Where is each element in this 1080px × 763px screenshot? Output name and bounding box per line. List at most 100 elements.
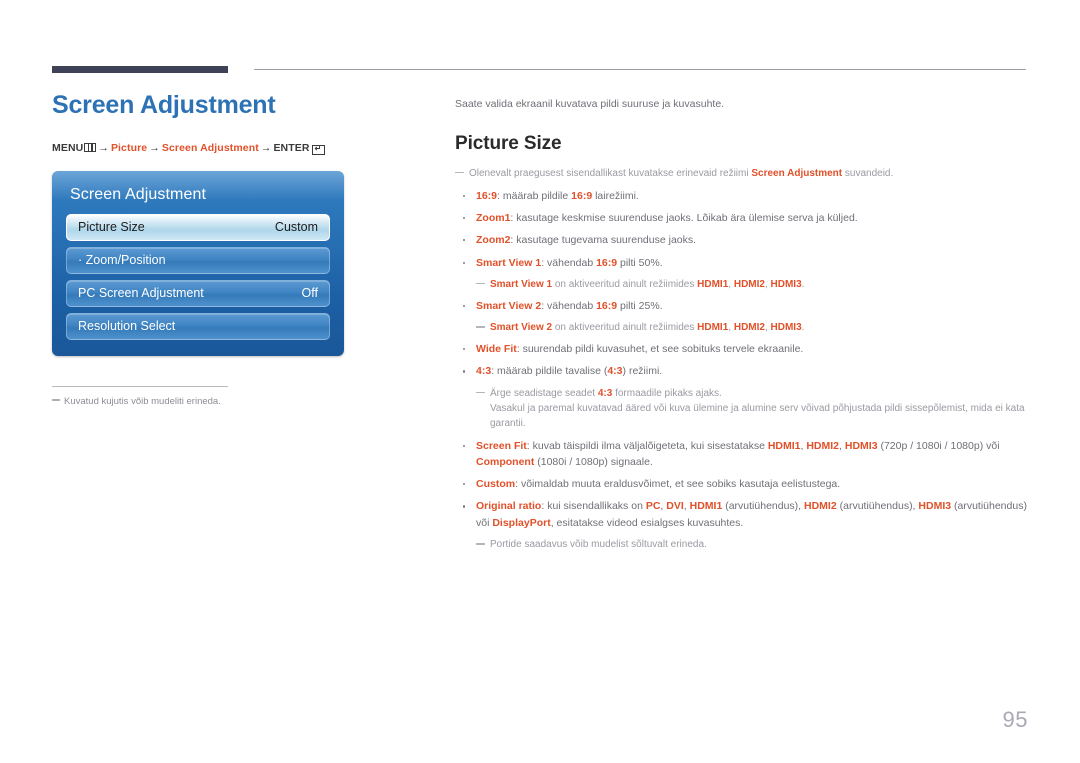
- note-dash-icon: [455, 171, 464, 174]
- desc-highlight: 16:9: [571, 189, 593, 202]
- pc: PC: [645, 500, 661, 513]
- desc-highlight: 16:9: [596, 299, 618, 312]
- term: Smart View 2: [476, 299, 542, 312]
- desc-before: vähendab: [547, 299, 597, 312]
- breadcrumb: MENU → Picture → Screen Adjustment → ENTER ↵: [52, 142, 412, 155]
- note-dash-icon: [476, 542, 485, 545]
- term: Screen Fit: [476, 439, 527, 452]
- breadcrumb-step-screen-adjustment[interactable]: Screen Adjustment: [162, 142, 259, 154]
- top-note: Olenevalt praegusest sisendallikast kuva…: [455, 166, 1027, 181]
- note-hdmi1: HDMI1: [697, 278, 729, 290]
- note-dash-icon: [52, 399, 60, 401]
- section-title-picture-size: Picture Size: [455, 132, 562, 154]
- osd-row-label: · Zoom/Position: [78, 253, 166, 267]
- intro-paragraph: Saate valida ekraanil kuvatava pildi suu…: [455, 98, 725, 110]
- header-rule-line: [254, 69, 1026, 70]
- term: Smart View 1: [476, 256, 542, 269]
- breadcrumb-arrow-3: →: [260, 141, 272, 154]
- p5: , esitatakse videod esialgses kuvasuhtes…: [550, 516, 744, 529]
- left-note-divider: [52, 385, 228, 387]
- note-highlight: 4:3: [597, 387, 613, 399]
- top-note-before: Olenevalt praegusest sisendallikast kuva…: [469, 167, 752, 179]
- hdmi1: HDMI1: [689, 500, 723, 513]
- enter-return-icon: ↵: [311, 143, 325, 155]
- note-smart-view-2: Smart View 2 on aktiveeritud ainult reži…: [455, 320, 1027, 335]
- desc-highlight: 16:9: [596, 256, 618, 269]
- list-item-smart-view-1: Smart View 1: vähendab 16:9 pilti 50%.: [455, 255, 1027, 271]
- list-item-screen-fit: Screen Fit: kuvab täispildi ilma väljalõ…: [455, 438, 1027, 471]
- note-dash-icon: [476, 326, 485, 328]
- osd-menu-panel: Screen Adjustment Picture Size Custom · …: [52, 170, 344, 356]
- note-hdmi2: HDMI2: [733, 322, 765, 334]
- term: Zoom1: [476, 212, 511, 225]
- note-before: Ärge seadistage seadet: [490, 387, 598, 399]
- note-term: Smart View 1: [490, 278, 553, 290]
- picture-size-option-list: 16:9: määrab pildile 16:9 lairežiimi. Zo…: [455, 188, 1027, 552]
- list-item-original-ratio: Original ratio: kui sisendallikaks on PC…: [455, 498, 1027, 531]
- list-item-smart-view-2: Smart View 2: vähendab 16:9 pilti 25%.: [455, 298, 1027, 314]
- displayport: DisplayPort: [492, 516, 551, 529]
- list-item-zoom1: Zoom1: kasutage keskmise suurenduse jaok…: [455, 210, 1027, 226]
- inner-note: Smart View 1 on aktiveeritud ainult reži…: [476, 277, 1027, 292]
- osd-row-resolution-select[interactable]: Resolution Select: [66, 312, 330, 340]
- desc-after: lairežiimi.: [592, 189, 639, 202]
- osd-row-picture-size[interactable]: Picture Size Custom: [66, 213, 330, 241]
- osd-row-label: Picture Size: [78, 220, 145, 234]
- note-term: Smart View 2: [490, 322, 553, 334]
- component: Component: [476, 455, 535, 468]
- inner-note: Portide saadavus võib mudelist sõltuvalt…: [476, 537, 1027, 552]
- note-end: .: [801, 278, 805, 290]
- term: Wide Fit: [476, 343, 517, 356]
- desc-after: pilti 25%.: [617, 299, 663, 312]
- note-hdmi2: HDMI2: [733, 278, 765, 290]
- left-footnote: Kuvatud kujutis võib mudeliti erineda.: [52, 395, 412, 408]
- inner-note: Smart View 2 on aktiveeritud ainult reži…: [476, 320, 1027, 335]
- osd-row-value: Custom: [274, 220, 318, 234]
- list-item-wide-fit: Wide Fit: suurendab pildi kuvasuhet, et …: [455, 341, 1027, 357]
- manual-page: Screen Adjustment MENU → Picture → Screen Ad…: [0, 0, 1080, 763]
- desc-after: pilti 50%.: [617, 256, 663, 269]
- note-4-3-burnin: Ärge seadistage seadet 4:3 formaadile pi…: [455, 386, 1027, 432]
- hdmi3: HDMI3: [918, 500, 952, 513]
- note-hdmi3: HDMI3: [770, 322, 802, 334]
- list-item-16-9: 16:9: määrab pildile 16:9 lairežiimi.: [455, 188, 1027, 204]
- note-hdmi1: HDMI1: [697, 322, 729, 334]
- osd-row-zoom-position[interactable]: · Zoom/Position: [66, 246, 330, 274]
- desc-before: määrab pildile tavalise (: [497, 365, 608, 378]
- term: Original ratio: [476, 500, 542, 513]
- dvi: DVI: [666, 500, 684, 513]
- p3: (arvutiühendus),: [836, 500, 919, 513]
- osd-menu-title: Screen Adjustment: [70, 185, 206, 203]
- note-ports-availability: Portide saadavus võib mudelist sõltuvalt…: [455, 537, 1027, 552]
- note-text: Portide saadavus võib mudelist sõltuvalt…: [490, 538, 707, 550]
- desc-highlight: 4:3: [607, 365, 623, 378]
- p2: (720p / 1080i / 1080p) või: [877, 439, 1000, 452]
- header-accent-bar: [52, 66, 228, 73]
- osd-row-label: PC Screen Adjustment: [78, 286, 204, 300]
- list-item-custom: Custom: võimaldab muuta eraldusvõimet, e…: [455, 476, 1027, 492]
- p1: kuvab täispildi ilma väljalõigeteta, kui…: [532, 439, 768, 452]
- note-end: .: [801, 322, 805, 334]
- breadcrumb-step-picture[interactable]: Picture: [111, 142, 147, 154]
- note-after: formaadile pikaks ajaks.: [612, 387, 722, 399]
- hdmi2: HDMI2: [806, 439, 840, 452]
- osd-row-pc-screen-adjustment[interactable]: PC Screen Adjustment Off: [66, 279, 330, 307]
- osd-row-label: Resolution Select: [78, 319, 176, 333]
- note-dash-icon: [476, 282, 485, 285]
- breadcrumb-enter-label: ENTER: [273, 141, 310, 154]
- breadcrumb-arrow-1: →: [98, 141, 109, 154]
- note-smart-view-1: Smart View 1 on aktiveeritud ainult reži…: [455, 277, 1027, 292]
- osd-row-value: Off: [301, 286, 318, 300]
- term: 16:9: [476, 189, 498, 202]
- menu-grid-icon: [84, 142, 97, 152]
- enter-return-glyph: ↵: [314, 143, 322, 153]
- page-title: Screen Adjustment: [52, 91, 276, 119]
- hdmi3: HDMI3: [844, 439, 878, 452]
- note-mid: on aktiveeritud ainult režiimides: [552, 278, 698, 290]
- hdmi2: HDMI2: [804, 500, 837, 513]
- desc-before: võimaldab muuta eraldusvõimet, et see so…: [520, 478, 841, 491]
- breadcrumb-menu-label: MENU: [52, 141, 84, 154]
- desc-before: vähendab: [547, 256, 597, 269]
- right-column: Saate valida ekraanil kuvatava pildi suu…: [455, 97, 1027, 558]
- note-dash-icon: [476, 391, 485, 394]
